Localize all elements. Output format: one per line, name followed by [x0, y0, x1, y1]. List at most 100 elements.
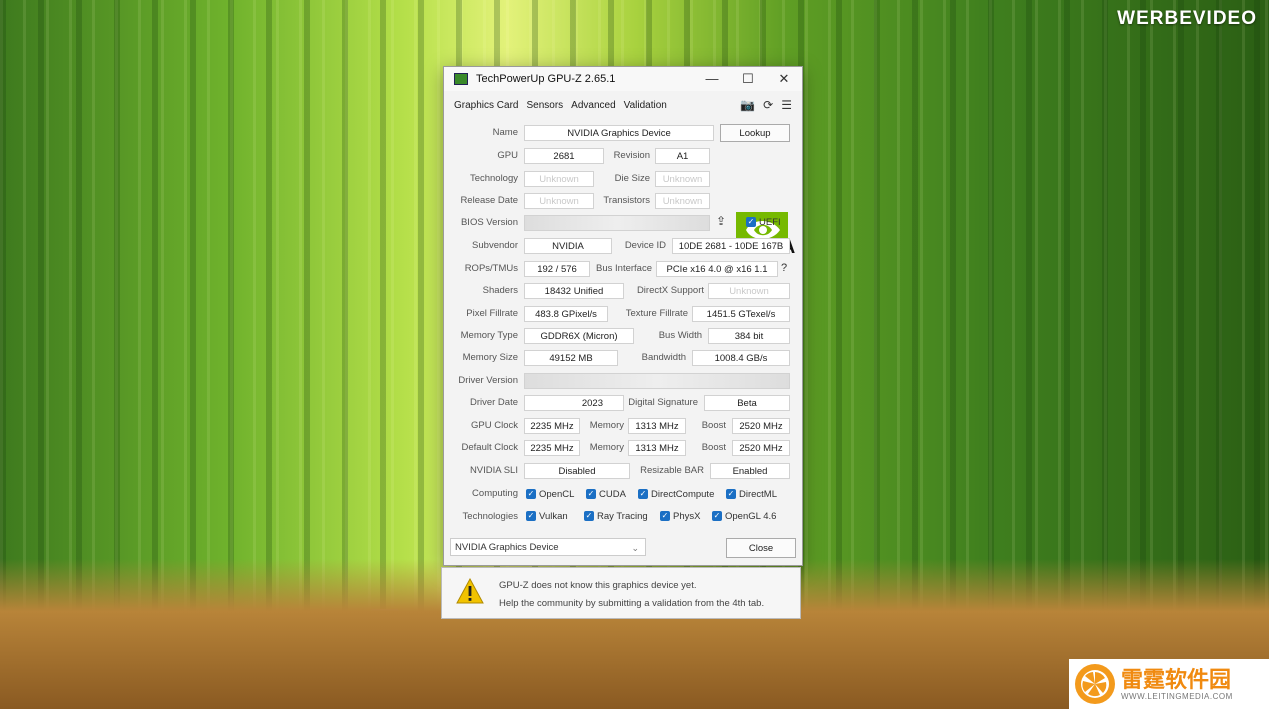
directcompute-checkbox[interactable]: ✓ DirectCompute: [638, 486, 714, 504]
transistors-label: Transistors: [603, 195, 650, 206]
bus-interface-label: Bus Interface: [596, 263, 652, 274]
gpu-clock-field[interactable]: 2235 MHz: [524, 418, 580, 434]
cuda-checkbox[interactable]: ✓ CUDA: [586, 486, 626, 504]
bottom-bar: NVIDIA Graphics Device ⌄ Close: [444, 537, 800, 563]
gpu-clock-label: GPU Clock: [471, 420, 518, 431]
revision-label: Revision: [613, 150, 650, 161]
shaders-label: Shaders: [482, 285, 518, 296]
technology-field[interactable]: Unknown: [524, 171, 594, 187]
directx-label: DirectX Support: [636, 285, 704, 296]
gpu-field[interactable]: 2681: [524, 148, 604, 164]
checkbox-icon: ✓: [526, 489, 536, 500]
title-bar[interactable]: TechPowerUp GPU-Z 2.65.1 — ☐ ✕: [444, 67, 802, 91]
default-clock-memory-field[interactable]: 1313 MHz: [628, 440, 686, 456]
name-label: Name: [492, 127, 518, 138]
gpu-clock-boost-field[interactable]: 2520 MHz: [732, 418, 790, 434]
checkbox-icon: ✓: [586, 489, 596, 500]
bus-width-field[interactable]: 384 bit: [708, 328, 790, 344]
computing-label: Computing: [472, 488, 518, 499]
checkbox-icon: ✓: [746, 217, 756, 228]
physx-checkbox[interactable]: ✓ PhysX: [660, 508, 700, 526]
subvendor-label: Subvendor: [472, 240, 518, 251]
close-button[interactable]: Close: [726, 538, 796, 558]
ray-tracing-checkbox[interactable]: ✓ Ray Tracing: [584, 508, 648, 526]
default-clock-memory-label: Memory: [589, 442, 624, 453]
directml-checkbox[interactable]: ✓ DirectML: [726, 486, 777, 504]
pixel-fillrate-field[interactable]: 483.8 GPixel/s: [524, 306, 608, 322]
checkbox-icon: ✓: [726, 489, 736, 500]
brand-url: WWW.LEITINGMEDIA.COM: [1121, 691, 1233, 701]
gpuz-app-icon: [454, 73, 468, 85]
memory-type-field[interactable]: GDDR6X (Micron): [524, 328, 634, 344]
default-clock-label: Default Clock: [461, 442, 519, 453]
rops-field[interactable]: 192 / 576: [524, 261, 590, 277]
technologies-label: Technologies: [462, 511, 518, 522]
memory-size-field[interactable]: 49152 MB: [524, 350, 618, 366]
window-title: TechPowerUp GPU-Z 2.65.1: [476, 73, 616, 85]
gpu-clock-memory-label: Memory: [589, 420, 624, 431]
gpu-label: GPU: [497, 150, 518, 161]
checkbox-icon: ✓: [526, 511, 536, 522]
menu-icon[interactable]: ☰: [781, 98, 792, 112]
chevron-down-icon: ⌄: [631, 543, 639, 553]
device-id-field[interactable]: 10DE 2681 - 10DE 167B: [672, 238, 790, 254]
revision-field[interactable]: A1: [655, 148, 710, 164]
default-clock-boost-label: Boost: [701, 442, 726, 453]
lookup-button[interactable]: Lookup: [720, 124, 790, 142]
maximize-button[interactable]: ☐: [730, 71, 766, 87]
tab-graphics-card[interactable]: Graphics Card: [454, 100, 518, 111]
uefi-checkbox[interactable]: ✓ UEFI: [746, 214, 781, 232]
technology-label: Technology: [469, 173, 518, 184]
bandwidth-field[interactable]: 1008.4 GB/s: [692, 350, 790, 366]
device-id-label: Device ID: [624, 240, 666, 251]
checkbox-icon: ✓: [584, 511, 594, 522]
digital-signature-field[interactable]: Beta: [704, 395, 790, 411]
bios-version-field[interactable]: [524, 215, 710, 231]
transistors-field[interactable]: Unknown: [655, 193, 710, 209]
directx-field[interactable]: Unknown: [708, 283, 790, 299]
resizable-bar-field[interactable]: Enabled: [710, 463, 790, 479]
rops-label: ROPs/TMUs: [464, 263, 518, 274]
checkbox-icon: ✓: [638, 489, 648, 500]
checkbox-icon: ✓: [712, 511, 722, 522]
shaders-field[interactable]: 18432 Unified: [524, 283, 624, 299]
resizable-bar-label: Resizable BAR: [640, 465, 704, 476]
subvendor-field[interactable]: NVIDIA: [524, 238, 612, 254]
notice-line-1: GPU-Z does not know this graphics device…: [499, 580, 697, 591]
device-select[interactable]: NVIDIA Graphics Device ⌄: [450, 538, 646, 556]
digital-signature-label: Digital Signature: [628, 397, 698, 408]
driver-date-label: Driver Date: [469, 397, 518, 408]
driver-date-field[interactable]: 2023: [524, 395, 624, 411]
share-icon[interactable]: ⇪: [716, 214, 726, 228]
opengl-checkbox[interactable]: ✓ OpenGL 4.6: [712, 508, 776, 526]
tab-sensors[interactable]: Sensors: [526, 100, 563, 111]
camera-icon[interactable]: 📷: [740, 98, 755, 112]
tab-bar: Graphics Card Sensors Advanced Validatio…: [444, 91, 802, 119]
gpu-clock-memory-field[interactable]: 1313 MHz: [628, 418, 686, 434]
bus-interface-field[interactable]: PCIe x16 4.0 @ x16 1.1: [656, 261, 778, 277]
name-field[interactable]: NVIDIA Graphics Device: [524, 125, 714, 141]
refresh-icon[interactable]: ⟳: [763, 98, 773, 112]
release-date-field[interactable]: Unknown: [524, 193, 594, 209]
site-brand: 雷霆软件园 WWW.LEITINGMEDIA.COM: [1069, 659, 1269, 709]
sli-label: NVIDIA SLI: [469, 465, 518, 476]
default-clock-boost-field[interactable]: 2520 MHz: [732, 440, 790, 456]
notice-line-2: Help the community by submitting a valid…: [499, 598, 765, 609]
close-window-button[interactable]: ✕: [766, 71, 802, 87]
vulkan-checkbox[interactable]: ✓ Vulkan: [526, 508, 568, 526]
warning-icon: [456, 578, 484, 604]
help-icon[interactable]: ?: [781, 262, 787, 274]
checkbox-icon: ✓: [660, 511, 670, 522]
opencl-checkbox[interactable]: ✓ OpenCL: [526, 486, 574, 504]
default-clock-field[interactable]: 2235 MHz: [524, 440, 580, 456]
minimize-button[interactable]: —: [694, 71, 730, 87]
tab-advanced[interactable]: Advanced: [571, 100, 615, 111]
sli-field[interactable]: Disabled: [524, 463, 630, 479]
die-size-label: Die Size: [614, 173, 650, 184]
texture-fillrate-field[interactable]: 1451.5 GTexel/s: [692, 306, 790, 322]
video-watermark: WERBEVIDEO: [1117, 8, 1257, 29]
tab-validation[interactable]: Validation: [624, 100, 667, 111]
die-size-field[interactable]: Unknown: [655, 171, 710, 187]
driver-version-field[interactable]: [524, 373, 790, 389]
orange-slice-logo-icon: [1075, 664, 1115, 704]
